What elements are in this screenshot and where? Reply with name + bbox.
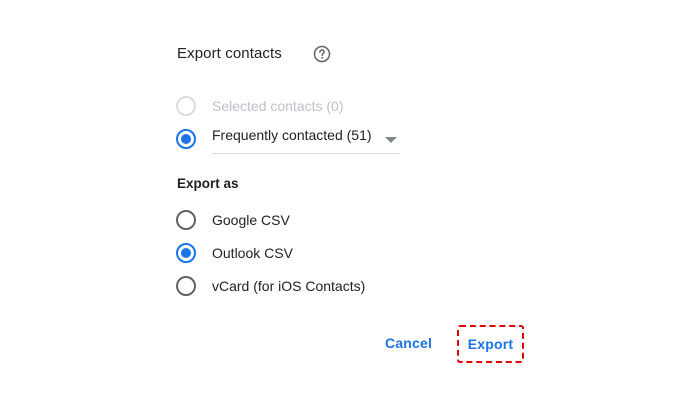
dropdown-selected-value: Frequently contacted (51) [212, 127, 372, 143]
radio-label-google-csv[interactable]: Google CSV [212, 212, 290, 228]
dropdown-arrow-icon [385, 137, 397, 143]
export-button[interactable]: Export [457, 325, 524, 363]
radio-vcard[interactable]: vCard (for iOS Contacts) [176, 275, 365, 297]
radio-button-outlook-csv[interactable] [176, 243, 196, 263]
export-as-heading: Export as [177, 176, 239, 191]
radio-frequently-contacted[interactable] [176, 128, 196, 150]
export-contacts-dialog: Export contacts Selected contacts (0) Fr… [0, 0, 700, 400]
dialog-title: Export contacts [177, 45, 282, 62]
radio-button-frequently-contacted[interactable] [176, 129, 196, 149]
radio-selected-contacts: Selected contacts (0) [176, 95, 344, 117]
radio-label-vcard[interactable]: vCard (for iOS Contacts) [212, 278, 365, 294]
help-circle-icon[interactable] [313, 45, 331, 63]
radio-button-google-csv[interactable] [176, 210, 196, 230]
radio-google-csv[interactable]: Google CSV [176, 209, 290, 231]
radio-button-vcard[interactable] [176, 276, 196, 296]
radio-label-outlook-csv[interactable]: Outlook CSV [212, 245, 293, 261]
cancel-button[interactable]: Cancel [385, 335, 432, 351]
radio-label-selected-contacts: Selected contacts (0) [212, 98, 344, 114]
radio-button-selected-contacts [176, 96, 196, 116]
contacts-group-dropdown[interactable]: Frequently contacted (51) [212, 124, 400, 154]
radio-outlook-csv[interactable]: Outlook CSV [176, 242, 293, 264]
